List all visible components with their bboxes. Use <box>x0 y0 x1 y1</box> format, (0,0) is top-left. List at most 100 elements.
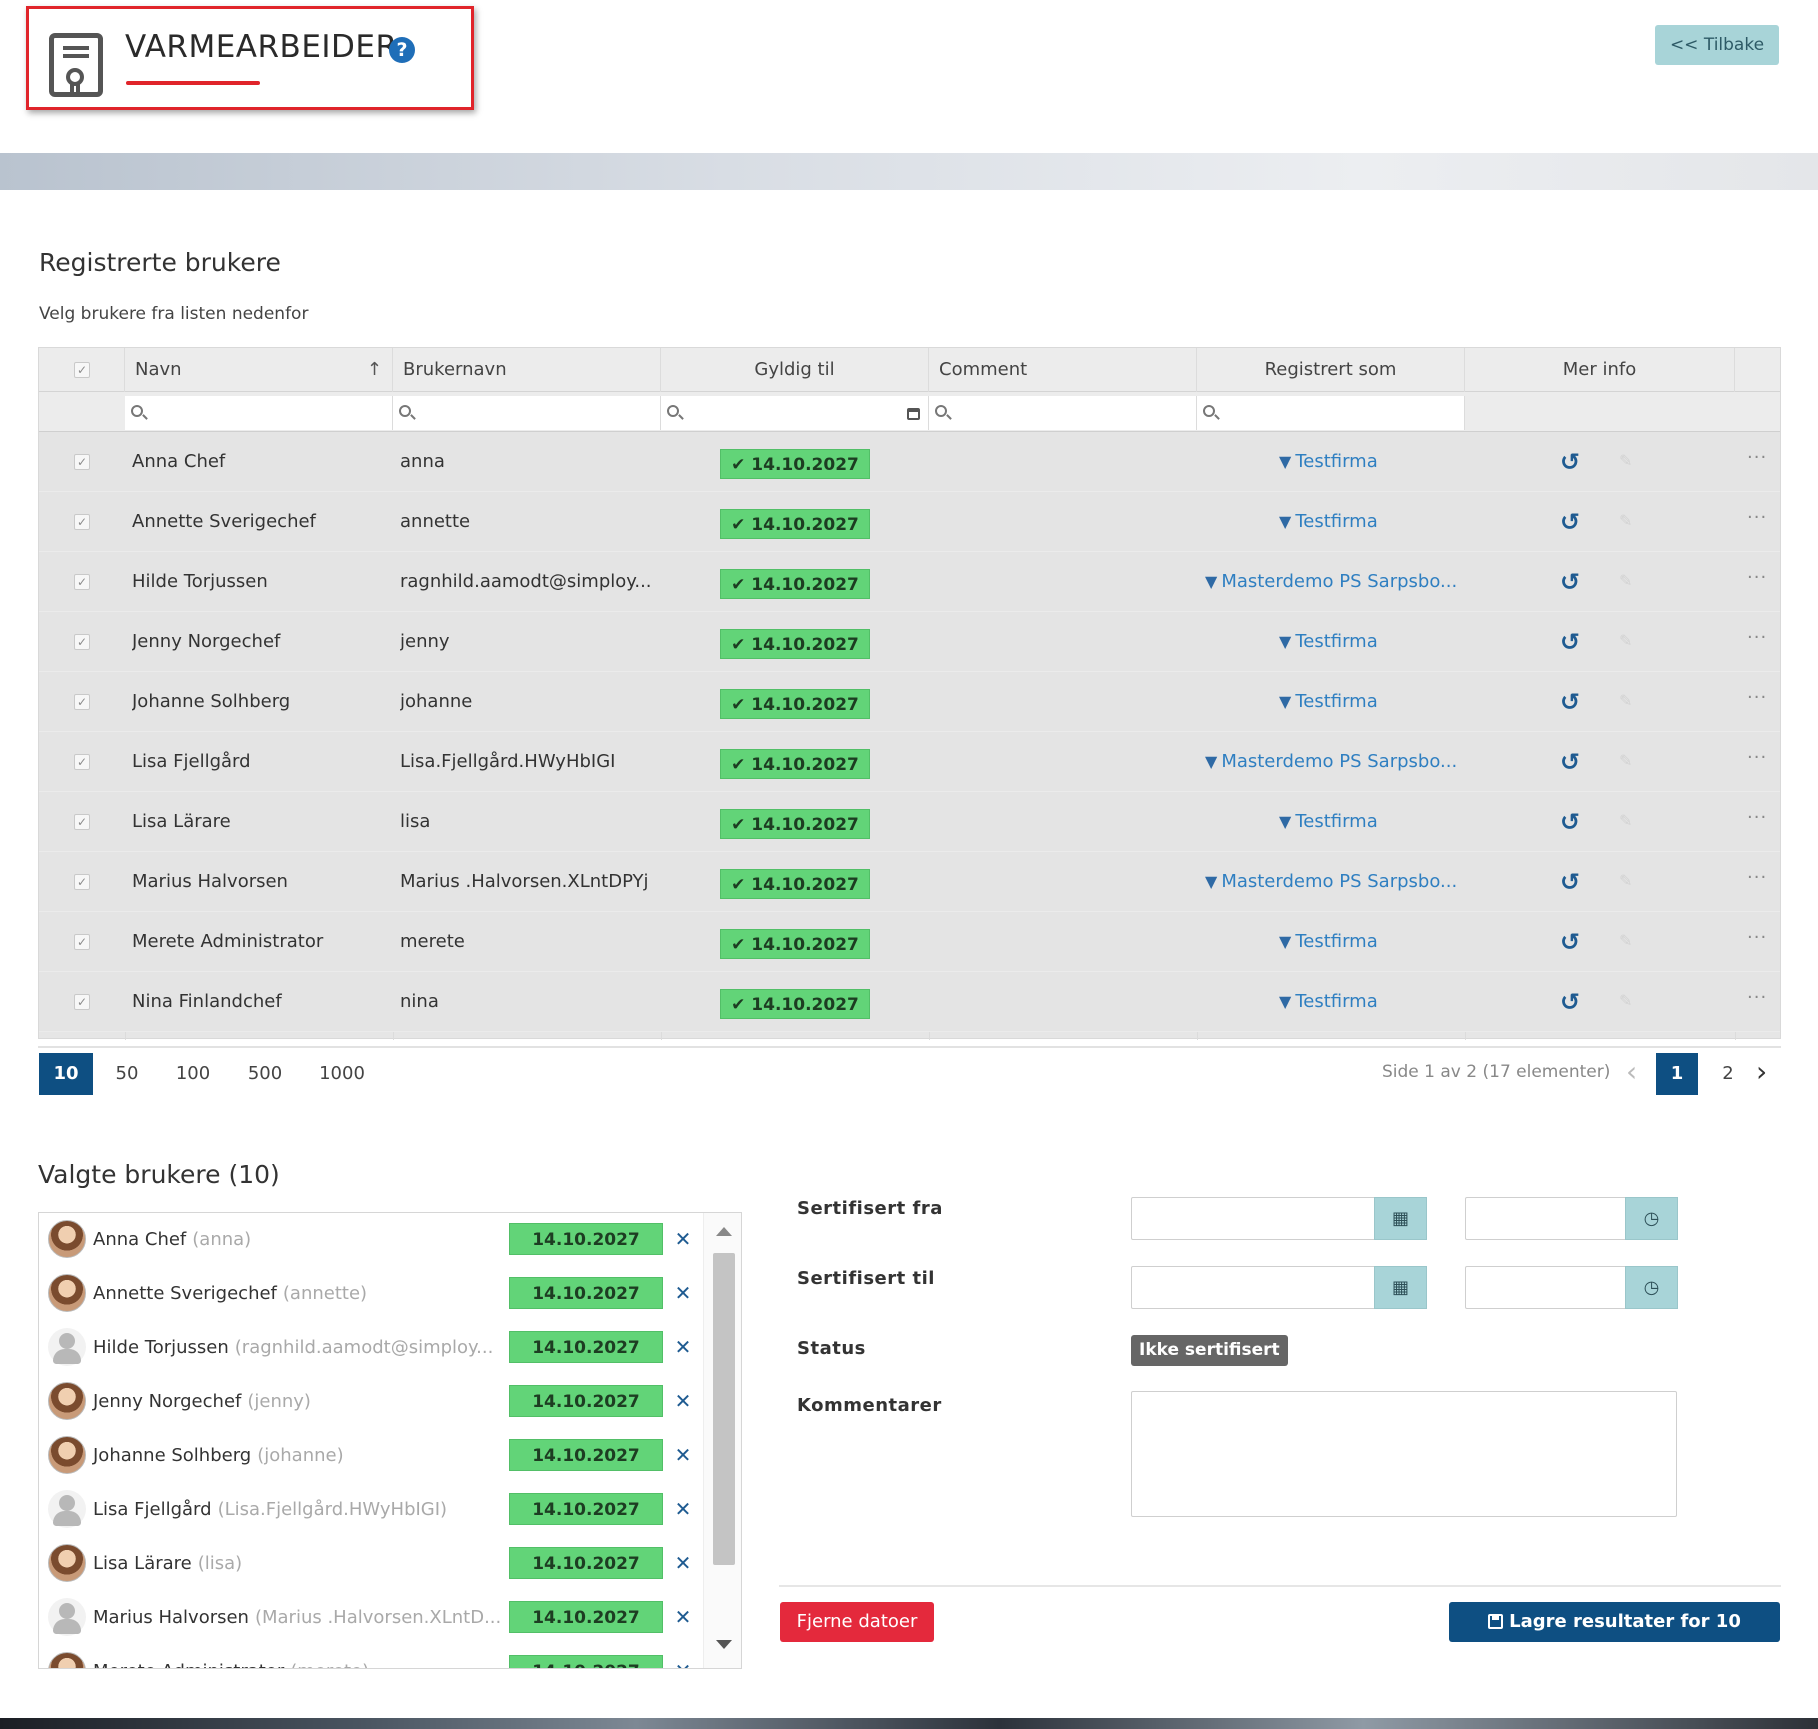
remove-user-icon[interactable]: ✕ <box>673 1493 693 1525</box>
more-options-icon[interactable]: ··· <box>1747 912 1767 972</box>
more-options-icon[interactable]: ··· <box>1747 732 1767 792</box>
registered-as-link[interactable]: ▼ Testfirma <box>1279 492 1378 552</box>
registered-as-link[interactable]: ▼ Testfirma <box>1279 612 1378 672</box>
row-checkbox[interactable]: ✓ <box>74 754 90 770</box>
filter-brukernavn-input[interactable] <box>393 396 661 430</box>
row-checkbox[interactable]: ✓ <box>74 934 90 950</box>
more-options-icon[interactable]: ··· <box>1747 432 1767 492</box>
select-all-checkbox[interactable]: ✓ <box>74 362 90 378</box>
table-row[interactable]: ✓ Marius Halvorsen Marius .Halvorsen.XLntD… <box>39 852 1780 912</box>
row-checkbox[interactable]: ✓ <box>74 994 90 1010</box>
calendar-icon[interactable] <box>907 408 920 420</box>
history-icon[interactable]: ↺ <box>1558 570 1582 594</box>
save-results-button[interactable]: Lagre resultater for 10 brukere <box>1449 1602 1780 1672</box>
filter-comment-input[interactable] <box>929 396 1197 430</box>
clock-icon[interactable]: ◷ <box>1625 1197 1678 1240</box>
history-icon[interactable]: ↺ <box>1558 750 1582 774</box>
more-options-icon[interactable]: ··· <box>1747 672 1767 732</box>
sertifisert-fra-date-input[interactable] <box>1131 1197 1376 1240</box>
more-options-icon[interactable]: ··· <box>1747 792 1767 852</box>
page-2-button[interactable]: 2 <box>1716 1053 1740 1095</box>
comments-textarea[interactable] <box>1131 1391 1677 1517</box>
row-checkbox[interactable]: ✓ <box>74 574 90 590</box>
remove-user-icon[interactable]: ✕ <box>673 1223 693 1255</box>
history-icon[interactable]: ↺ <box>1558 810 1582 834</box>
calendar-icon[interactable]: ▦ <box>1374 1266 1427 1309</box>
remove-user-icon[interactable]: ✕ <box>673 1547 693 1579</box>
table-row[interactable]: ✓ Hilde Torjussen ragnhild.aamodt@simploy.… <box>39 552 1780 612</box>
history-icon[interactable]: ↺ <box>1558 630 1582 654</box>
registered-as-link[interactable]: ▼ Testfirma <box>1279 432 1378 492</box>
column-header-brukernavn[interactable]: Brukernavn <box>393 348 661 392</box>
table-row[interactable]: ✓ Lisa Lärare lisa ✔ 14.10.2027 ▼ Testfirma ↺ ✎… <box>39 792 1780 852</box>
history-icon[interactable]: ↺ <box>1558 450 1582 474</box>
next-page-icon[interactable]: › <box>1756 1057 1767 1087</box>
page-size-10[interactable]: 10 <box>39 1053 93 1095</box>
table-row[interactable]: ✓ Lisa Fjellgård Lisa.Fjellgård.HWyHbIGI ✔ … <box>39 732 1780 792</box>
history-icon[interactable]: ↺ <box>1558 510 1582 534</box>
registered-as-link[interactable]: ▼ Testfirma <box>1279 672 1378 732</box>
filter-gyldig-til-input[interactable] <box>661 396 929 430</box>
page-size-50[interactable]: 50 <box>105 1053 149 1095</box>
page-size-500[interactable]: 500 <box>238 1053 292 1095</box>
clock-icon[interactable]: ◷ <box>1625 1266 1678 1309</box>
row-checkbox[interactable]: ✓ <box>74 814 90 830</box>
history-icon[interactable]: ↺ <box>1558 690 1582 714</box>
scroll-up-icon[interactable] <box>716 1227 732 1236</box>
more-options-icon[interactable]: ··· <box>1747 972 1767 1032</box>
registered-as-link[interactable]: ▼ Testfirma <box>1279 972 1378 1032</box>
remove-user-icon[interactable]: ✕ <box>673 1601 693 1633</box>
table-row[interactable]: ✓ Merete Administrator merete ✔ 14.10.2027 ▼… <box>39 912 1780 972</box>
registered-as-link[interactable]: ▼ Masterdemo PS Sarpsbo... <box>1205 852 1457 912</box>
history-icon[interactable]: ↺ <box>1558 930 1582 954</box>
more-options-icon[interactable]: ··· <box>1747 552 1767 612</box>
registered-as-link[interactable]: ▼ Masterdemo PS Sarpsbo... <box>1205 732 1457 792</box>
scroll-down-icon[interactable] <box>716 1640 732 1649</box>
more-options-icon[interactable]: ··· <box>1747 492 1767 552</box>
registered-as-link[interactable]: ▼ Masterdemo PS Sarpsbo... <box>1205 552 1457 612</box>
table-row[interactable]: ✓ Anna Chef anna ✔ 14.10.2027 ▼ Testfirma ↺ ✎ ··… <box>39 432 1780 492</box>
prev-page-icon[interactable]: ‹ <box>1626 1057 1637 1087</box>
table-row[interactable]: ✓ Nina Finlandchef nina ✔ 14.10.2027 ▼ Testfi… <box>39 972 1780 1032</box>
history-icon[interactable]: ↺ <box>1558 990 1582 1014</box>
calendar-icon[interactable]: ▦ <box>1374 1197 1427 1240</box>
sertifisert-til-date-input[interactable] <box>1131 1266 1376 1309</box>
sertifisert-til-time-input[interactable] <box>1465 1266 1630 1309</box>
page-size-100[interactable]: 100 <box>166 1053 220 1095</box>
help-icon[interactable]: ? <box>389 37 415 63</box>
scroll-thumb[interactable] <box>713 1253 735 1565</box>
row-checkbox[interactable]: ✓ <box>74 514 90 530</box>
row-checkbox[interactable]: ✓ <box>74 694 90 710</box>
history-icon[interactable]: ↺ <box>1558 870 1582 894</box>
column-header-gyldig-til[interactable]: Gyldig til <box>661 348 929 392</box>
column-header-navn[interactable]: Navn ↑ <box>125 348 393 392</box>
table-row[interactable]: ✓ Johanne Solhberg johanne ✔ 14.10.2027 ▼ Tes… <box>39 672 1780 732</box>
remove-user-icon[interactable]: ✕ <box>673 1385 693 1417</box>
filter-registrert-som-input[interactable] <box>1197 396 1465 430</box>
table-row[interactable]: ✓ Jenny Norgechef jenny ✔ 14.10.2027 ▼ Testfi… <box>39 612 1780 672</box>
remove-user-icon[interactable]: ✕ <box>673 1277 693 1309</box>
more-options-icon[interactable]: ··· <box>1747 852 1767 912</box>
column-header-comment[interactable]: Comment <box>929 348 1197 392</box>
row-checkbox[interactable]: ✓ <box>74 874 90 890</box>
row-checkbox[interactable]: ✓ <box>74 454 90 470</box>
registered-as-link[interactable]: ▼ Testfirma <box>1279 912 1378 972</box>
table-row[interactable]: ✓ Annette Sverigechef annette ✔ 14.10.2027 ▼… <box>39 492 1780 552</box>
remove-user-icon[interactable]: ✕ <box>673 1655 693 1668</box>
cell-brukernavn: ragnhild.aamodt@simploy... <box>400 571 652 592</box>
back-button[interactable]: << Tilbake <box>1655 25 1779 65</box>
remove-dates-button[interactable]: Fjerne datoer <box>780 1602 934 1642</box>
remove-user-icon[interactable]: ✕ <box>673 1331 693 1363</box>
registered-as-link[interactable]: ▼ Testfirma <box>1279 792 1378 852</box>
row-checkbox[interactable]: ✓ <box>74 634 90 650</box>
more-options-icon[interactable]: ··· <box>1747 612 1767 672</box>
filter-navn-input[interactable] <box>125 396 393 430</box>
page-size-1000[interactable]: 1000 <box>310 1053 374 1095</box>
list-scrollbar[interactable] <box>703 1213 741 1668</box>
cell-navn: Lisa Fjellgård <box>132 751 251 772</box>
column-header-registrert-som[interactable]: Registrert som <box>1197 348 1465 392</box>
remove-user-icon[interactable]: ✕ <box>673 1439 693 1471</box>
page-1-button[interactable]: 1 <box>1656 1053 1698 1095</box>
sertifisert-fra-time-input[interactable] <box>1465 1197 1630 1240</box>
selected-user-name: Annette Sverigechef <box>93 1283 277 1304</box>
